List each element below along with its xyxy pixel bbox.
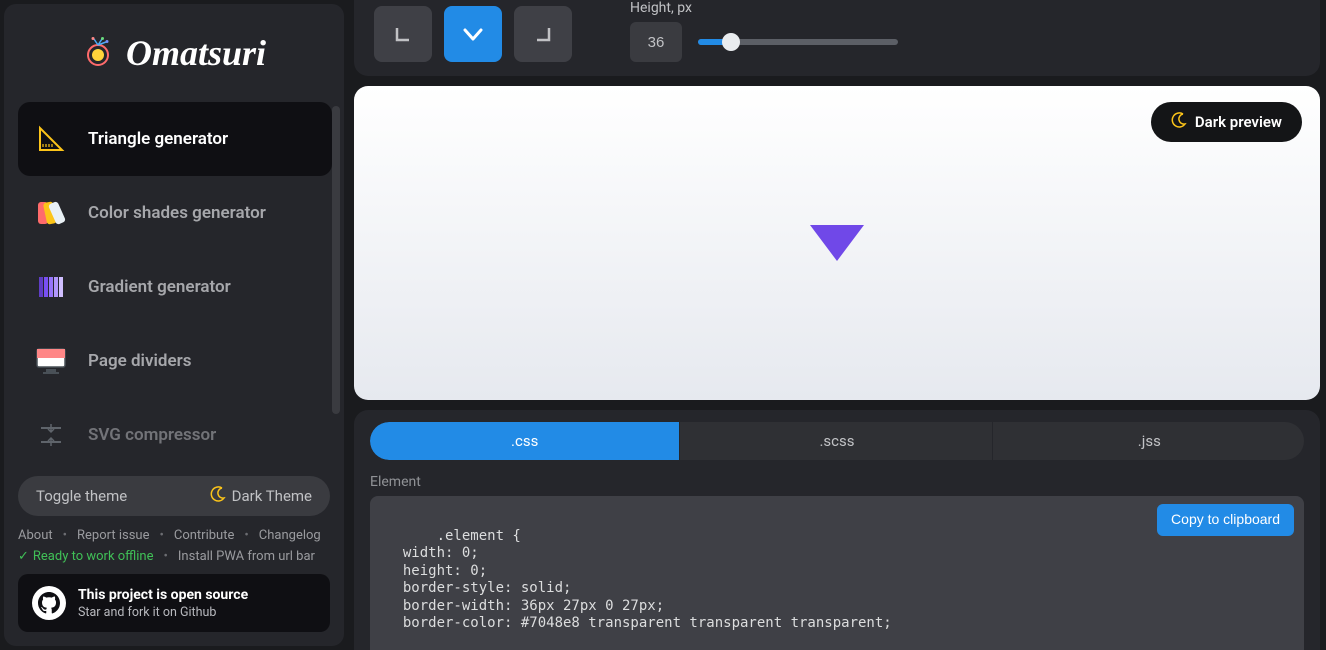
github-icon [32,586,66,620]
toolbar: Height, px [354,0,1320,76]
slider-thumb[interactable] [722,33,740,51]
height-slider[interactable] [698,39,898,45]
sidebar-nav: Triangle generator Color shades generato… [4,94,344,464]
code-line: border-color: #7048e8 transparent transp… [386,615,892,631]
triangle-preview [810,225,864,261]
sidebar-item-label: Color shades generator [88,203,266,223]
tab-scss[interactable]: .scss [682,422,992,460]
github-subtitle: Star and fork it on Github [78,605,248,620]
monitor-icon [36,346,66,376]
height-control: Height, px [630,0,898,62]
sidebar-item-svg-compressor[interactable]: SVG compressor [18,398,332,464]
link-install-pwa[interactable]: Install PWA from url bar [178,549,315,564]
sidebar-item-page-dividers[interactable]: Page dividers [18,324,332,398]
moon-icon [1171,112,1187,132]
brand: Omatsuri [4,4,344,94]
height-input[interactable] [630,22,682,62]
element-label: Element [370,474,1304,490]
main: Height, px Dark preview .css .scss .jss … [344,0,1326,650]
sidebar-item-label: Gradient generator [88,277,231,297]
gradient-bars-icon [36,272,66,302]
dark-preview-label: Dark preview [1195,113,1282,131]
sidebar: Omatsuri Triangle generator Color shades… [4,4,344,646]
footer-links-2: ✓Ready to work offline Install PWA from … [18,549,330,564]
theme-toggle-label: Toggle theme [36,487,127,505]
swatch-icon [36,198,66,228]
theme-toggle[interactable]: Toggle theme Dark Theme [18,476,330,516]
moon-icon [210,486,226,506]
tab-jss[interactable]: .jss [995,422,1304,460]
sidebar-item-gradient-generator[interactable]: Gradient generator [18,250,332,324]
triangle-ruler-icon [36,124,66,154]
direction-down-button[interactable] [444,6,502,62]
dark-preview-button[interactable]: Dark preview [1151,102,1302,142]
compress-icon [36,420,66,450]
code-line: border-width: 36px 27px 0 27px; [386,598,664,614]
theme-current: Dark Theme [232,487,312,505]
footer-links: About Report issue Contribute Changelog [18,528,330,543]
code-block: Copy to clipboard .element { width: 0; he… [370,496,1304,650]
preview-panel: Dark preview [354,86,1320,400]
brand-name: Omatsuri [126,32,266,74]
link-changelog[interactable]: Changelog [259,528,321,543]
sidebar-item-label: SVG compressor [88,425,216,445]
code-line: border-style: solid; [386,580,571,596]
sidebar-item-color-shades[interactable]: Color shades generator [18,176,332,250]
offline-status: ✓Ready to work offline [18,549,154,564]
sidebar-scrollbar[interactable] [332,106,340,414]
code-panel: .css .scss .jss Element Copy to clipboar… [354,410,1320,650]
github-title: This project is open source [78,587,248,603]
code-tabs: .css .scss .jss [370,422,1304,460]
sidebar-item-label: Triangle generator [88,129,228,149]
sidebar-item-triangle-generator[interactable]: Triangle generator [18,102,332,176]
height-label: Height, px [630,0,898,16]
direction-bottom-right-button[interactable] [514,6,572,62]
code-line: height: 0; [386,563,487,579]
brand-logo-icon [82,37,114,69]
sidebar-item-label: Page dividers [88,351,192,371]
link-contribute[interactable]: Contribute [174,528,235,543]
direction-bottom-left-button[interactable] [374,6,432,62]
code-line: .element { [437,528,521,544]
code-line: width: 0; [386,545,479,561]
link-report-issue[interactable]: Report issue [77,528,149,543]
github-text: This project is open source Star and for… [78,587,248,620]
sidebar-footer: Toggle theme Dark Theme About Report iss… [4,464,344,646]
copy-button[interactable]: Copy to clipboard [1157,504,1294,536]
link-about[interactable]: About [18,528,53,543]
github-card[interactable]: This project is open source Star and for… [18,574,330,632]
tab-css[interactable]: .css [370,422,680,460]
